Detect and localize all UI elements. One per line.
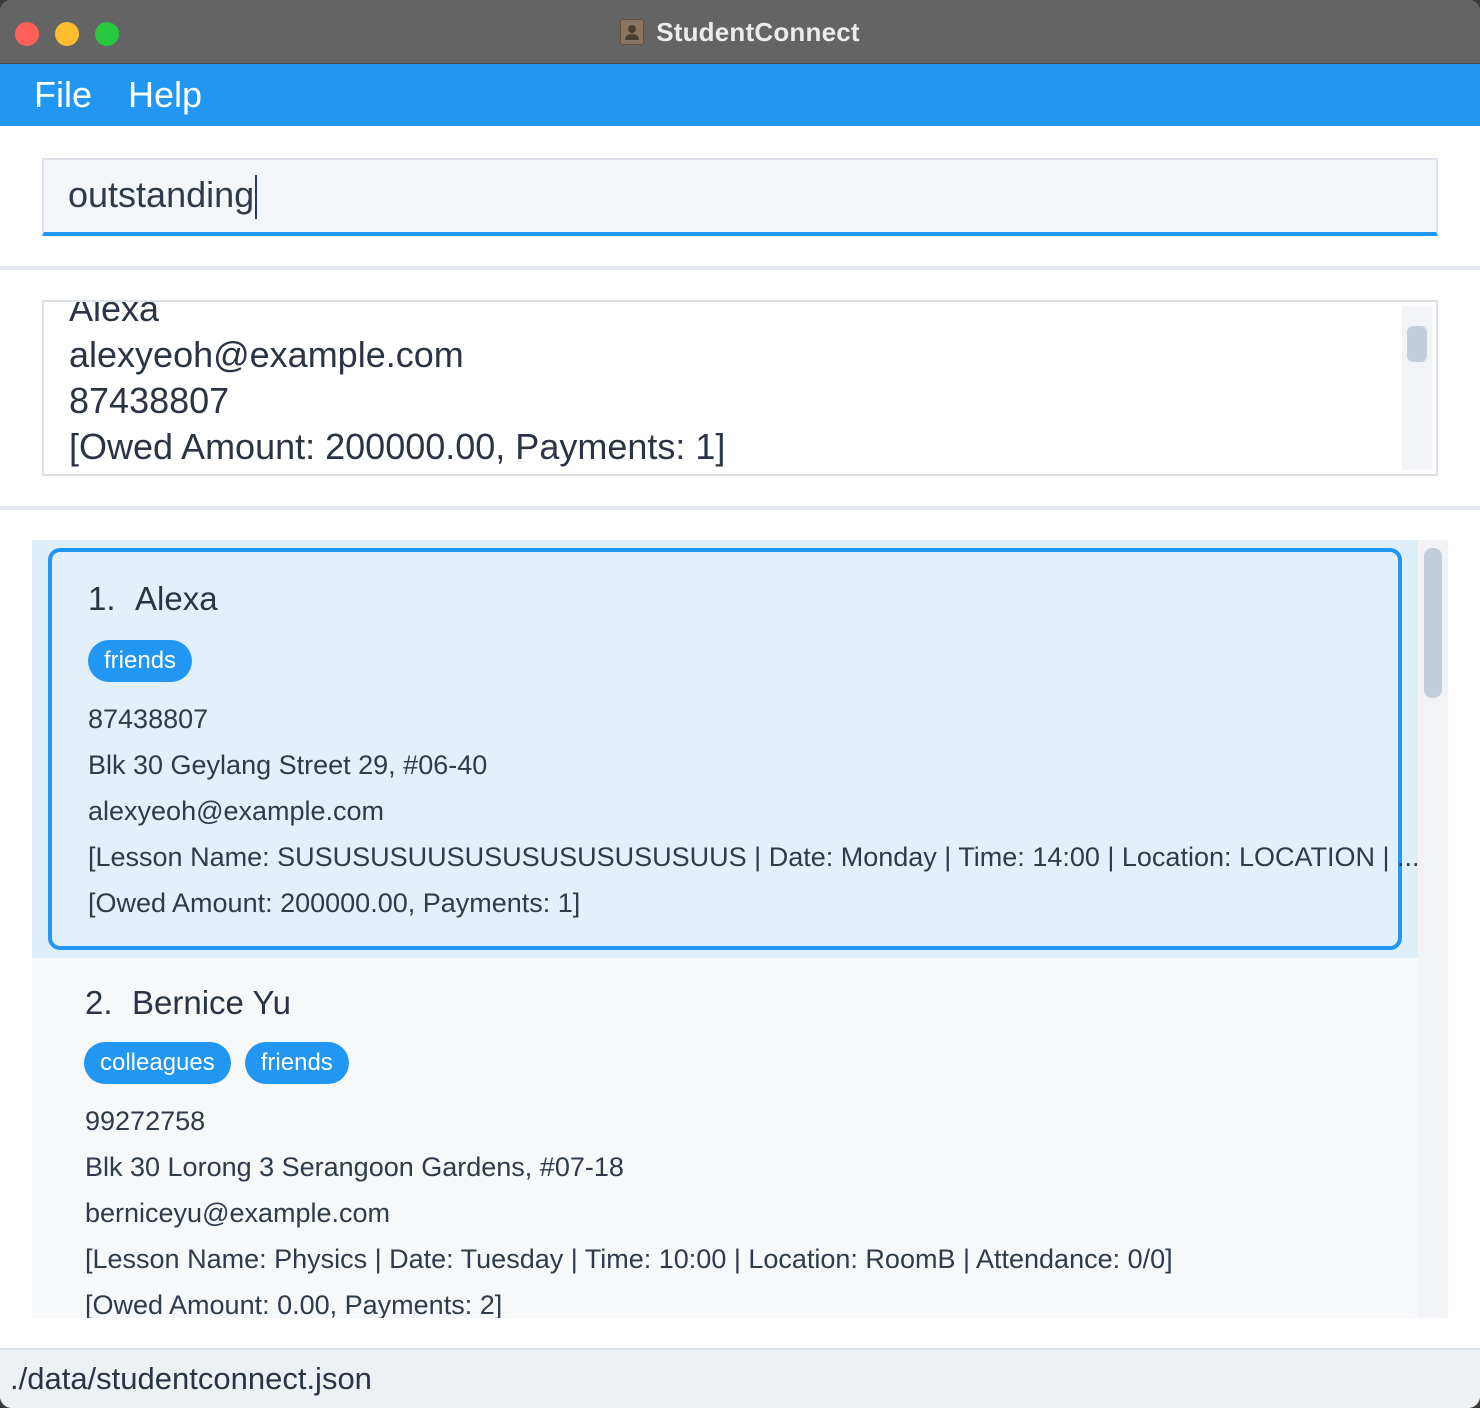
command-input-text: outstanding — [68, 174, 255, 215]
person-lesson: [Lesson Name: SUSUSUSUUSUSUSUSUSUSUSUUS … — [88, 842, 1418, 872]
result-display[interactable]: Alexa alexyeoh@example.com 87438807 [Owe… — [42, 300, 1438, 476]
person-title: 1. Alexa — [88, 580, 218, 618]
menu-help[interactable]: Help — [128, 64, 202, 126]
person-index: 2. — [85, 984, 113, 1021]
result-scrollbar-thumb[interactable] — [1407, 326, 1427, 362]
person-list-section: 1. Alexa friends 87438807 Blk 30 Geylang … — [0, 510, 1480, 1348]
result-line: 87438807 — [69, 380, 230, 421]
result-display-section: Alexa alexyeoh@example.com 87438807 [Owe… — [0, 270, 1480, 506]
tag-badge: colleagues — [84, 1042, 231, 1084]
command-input[interactable]: outstanding — [42, 158, 1438, 236]
person-name: Bernice Yu — [132, 984, 292, 1021]
person-list-scrollbar[interactable] — [1418, 540, 1448, 1318]
person-payment: [Owed Amount: 200000.00, Payments: 1] — [88, 888, 581, 918]
command-box-section: outstanding — [0, 126, 1480, 266]
result-line: Alexa — [69, 300, 160, 329]
result-scrollbar[interactable] — [1402, 306, 1432, 470]
person-payment: [Owed Amount: 0.00, Payments: 2] — [85, 1290, 503, 1318]
window-title: StudentConnect — [656, 16, 860, 47]
app-window: StudentConnect File Help outstanding Ale… — [0, 0, 1480, 1408]
person-list: 1. Alexa friends 87438807 Blk 30 Geylang … — [32, 540, 1418, 1318]
person-card[interactable]: 1. Alexa friends 87438807 Blk 30 Geylang … — [48, 548, 1418, 950]
person-card[interactable]: 2. Bernice Yu colleagues friends 99272758… — [48, 962, 1402, 1318]
person-email: berniceyu@example.com — [85, 1198, 391, 1228]
tag-list: colleagues friends — [84, 1042, 349, 1084]
result-line: alexyeoh@example.com — [69, 334, 464, 375]
person-name: Alexa — [135, 580, 218, 617]
data-file-path: ./data/studentconnect.json — [10, 1361, 372, 1396]
person-phone: 99272758 — [85, 1106, 206, 1136]
result-line: [Owed Amount: 200000.00, Payments: 1] — [69, 426, 726, 467]
tag-list: friends — [88, 640, 193, 682]
person-lesson: [Lesson Name: Physics | Date: Tuesday | … — [85, 1244, 1173, 1274]
person-address: Blk 30 Lorong 3 Serangoon Gardens, #07-1… — [85, 1152, 624, 1182]
person-phone: 87438807 — [88, 704, 209, 734]
menu-file[interactable]: File — [34, 64, 92, 126]
person-address: Blk 30 Geylang Street 29, #06-40 — [88, 750, 488, 780]
app-contact-icon — [620, 19, 645, 45]
tag-badge: friends — [88, 640, 193, 682]
text-caret — [255, 175, 258, 220]
person-email: alexyeoh@example.com — [88, 796, 385, 826]
tag-badge: friends — [244, 1042, 349, 1084]
title-bar: StudentConnect — [0, 0, 1480, 64]
person-index: 1. — [88, 580, 116, 617]
menu-bar: File Help — [0, 64, 1480, 126]
person-list-scrollbar-thumb[interactable] — [1424, 548, 1442, 698]
person-title: 2. Bernice Yu — [85, 984, 291, 1022]
status-bar: ./data/studentconnect.json — [0, 1348, 1480, 1408]
